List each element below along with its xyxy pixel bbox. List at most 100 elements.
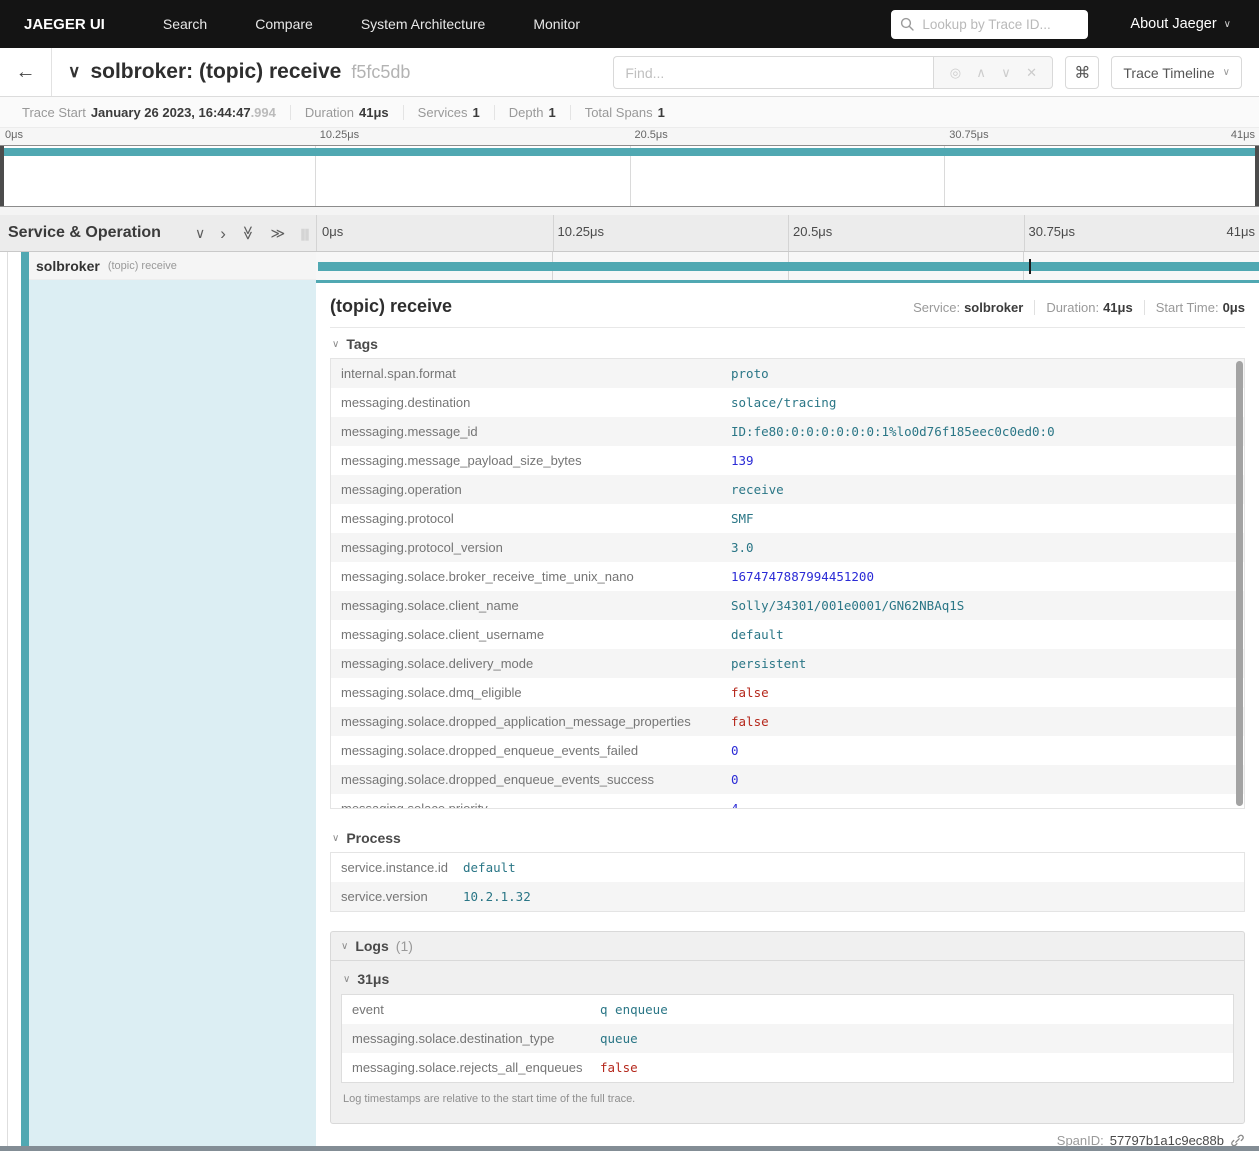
trace-meta-bar: Trace Start January 26 2023, 16:44:47.994…: [0, 97, 1259, 128]
chevron-down-icon: ∨: [341, 940, 349, 952]
about-jaeger-menu[interactable]: About Jaeger ∨: [1130, 16, 1231, 32]
collapse-one-icon[interactable]: ∨: [195, 226, 205, 240]
span-service-name: solbroker: [36, 257, 100, 274]
kv-value: 0: [731, 743, 739, 758]
table-row[interactable]: messaging.solace.broker_receive_time_uni…: [331, 562, 1244, 591]
table-row[interactable]: messaging.message_payload_size_bytes 139: [331, 446, 1244, 475]
minimap-ruler: 0μs 10.25μs 20.5μs 30.75μs 41μs: [0, 128, 1259, 145]
chevron-down-icon: ∨: [332, 832, 340, 844]
minimap-canvas[interactable]: [0, 145, 1259, 207]
tags-section-toggle[interactable]: ∨ Tags: [332, 336, 1245, 352]
tick-label: 10.25μs: [319, 129, 360, 141]
app-logo[interactable]: JAEGER UI: [24, 16, 105, 33]
minimap-left-handle[interactable]: [0, 146, 4, 206]
logs-section-toggle[interactable]: ∨ Logs (1): [341, 938, 1234, 954]
table-row[interactable]: internal.span.format proto: [331, 359, 1244, 388]
kv-value: receive: [731, 482, 784, 497]
detail-summary-item: Service: solbroker: [902, 300, 1036, 315]
span-row[interactable]: solbroker (topic) receive: [0, 252, 1259, 280]
timeline-gridline: [788, 215, 789, 251]
kv-key: messaging.solace.client_name: [341, 598, 519, 613]
trace-view-selector[interactable]: Trace Timeline ∨: [1111, 56, 1242, 89]
kv-key: service.instance.id: [341, 860, 448, 875]
table-row[interactable]: service.instance.id default: [331, 853, 1244, 882]
span-detail-panel: (topic) receive Service: solbroker Duratio…: [316, 280, 1259, 1146]
table-row[interactable]: messaging.solace.dropped_enqueue_events_…: [331, 736, 1244, 765]
top-navbar: JAEGER UI Search Compare System Architectu…: [0, 0, 1259, 48]
table-row[interactable]: messaging.destination solace/tracing: [331, 388, 1244, 417]
keyboard-shortcuts-button[interactable]: ⌘: [1065, 56, 1100, 89]
collapse-all-icon[interactable]: ≫: [240, 226, 256, 241]
kv-key: messaging.solace.dropped_enqueue_events_…: [341, 772, 654, 787]
span-duration-bar[interactable]: [318, 262, 1259, 271]
kv-key: messaging.solace.broker_receive_time_uni…: [341, 569, 634, 584]
link-icon[interactable]: [1230, 1133, 1245, 1146]
tick-label: 10.25μs: [557, 224, 605, 239]
tags-scrollbar-thumb[interactable]: [1236, 361, 1243, 806]
summary-value: 0μs: [1222, 300, 1245, 315]
trace-header-bar: ← ∨ solbroker: (topic) receive f5fc5db ◎…: [0, 48, 1259, 97]
minimap-right-handle[interactable]: [1255, 146, 1259, 206]
process-section-toggle[interactable]: ∨ Process: [332, 830, 1245, 846]
table-row[interactable]: messaging.solace.dmq_eligible false: [331, 678, 1244, 707]
nav-item-search[interactable]: Search: [163, 16, 207, 32]
tick-label: 0μs: [5, 129, 23, 141]
service-operation-header: Service & Operation: [8, 224, 161, 241]
table-row[interactable]: messaging.solace.dropped_enqueue_events_…: [331, 765, 1244, 794]
find-input[interactable]: [613, 56, 934, 89]
back-button[interactable]: ←: [0, 48, 52, 96]
table-row[interactable]: messaging.solace.client_username default: [331, 620, 1244, 649]
span-name-cell[interactable]: solbroker (topic) receive: [29, 252, 316, 280]
nav-item-monitor[interactable]: Monitor: [533, 16, 580, 32]
table-row[interactable]: service.version 10.2.1.32: [331, 882, 1244, 911]
trace-id-lookup-input[interactable]: [920, 15, 1080, 33]
table-row[interactable]: messaging.protocol_version 3.0: [331, 533, 1244, 562]
minimap-span-bar[interactable]: [0, 148, 1259, 156]
table-row[interactable]: messaging.solace.delivery_mode persistent: [331, 649, 1244, 678]
kv-value: q enqueue: [600, 1002, 668, 1017]
chevron-down-icon: ∨: [1223, 18, 1231, 30]
table-row[interactable]: messaging.operation receive: [331, 475, 1244, 504]
detail-summary-item: Start Time: 0μs: [1145, 300, 1245, 315]
logs-section: ∨ Logs (1) ∨ 31μs event q enqueue messagin…: [330, 931, 1245, 1124]
prev-match-icon[interactable]: ∧: [976, 65, 986, 81]
next-match-icon[interactable]: ∨: [1001, 65, 1011, 81]
nav-item-compare[interactable]: Compare: [255, 16, 313, 32]
expand-one-icon[interactable]: ›: [220, 225, 226, 242]
tick-label: 41μs: [1226, 224, 1255, 239]
log-entry-toggle[interactable]: ∨ 31μs: [343, 971, 1234, 987]
row-gutter: [0, 280, 21, 1146]
span-track[interactable]: [316, 252, 1259, 280]
table-row[interactable]: messaging.message_id ID:fe80:0:0:0:0:0:0:…: [331, 417, 1244, 446]
tick-label: 30.75μs: [1028, 224, 1076, 239]
command-icon: ⌘: [1074, 64, 1091, 82]
expand-all-icon[interactable]: ≫: [271, 226, 286, 240]
nav-item-system-architecture[interactable]: System Architecture: [361, 16, 486, 32]
span-detail-header[interactable]: (topic) receive Service: solbroker Duratio…: [330, 296, 1245, 317]
table-row[interactable]: messaging.solace.priority 4: [331, 794, 1244, 808]
span-log-marker[interactable]: [1028, 259, 1031, 274]
focus-match-icon[interactable]: ◎: [950, 65, 961, 81]
kv-key: messaging.solace.dropped_enqueue_events_…: [341, 743, 639, 758]
process-table: service.instance.id default service.versio…: [330, 852, 1245, 912]
table-row[interactable]: messaging.solace.destination_type queue: [342, 1024, 1233, 1053]
trace-meta-item: Depth 1: [495, 104, 571, 120]
collapse-trace-chevron-icon[interactable]: ∨: [68, 62, 80, 82]
trace-id-lookup[interactable]: [891, 9, 1089, 39]
kv-key: messaging.solace.rejects_all_enqueues: [352, 1060, 583, 1075]
summary-value: 41μs: [1103, 300, 1133, 315]
table-row[interactable]: messaging.solace.rejects_all_enqueues fal…: [342, 1053, 1233, 1082]
table-row[interactable]: messaging.solace.client_name Solly/34301/…: [331, 591, 1244, 620]
meta-label: Services: [417, 104, 468, 120]
column-resizer-handle[interactable]: ∥∥: [300, 227, 310, 241]
divider: [330, 327, 1245, 328]
table-row[interactable]: messaging.protocol SMF: [331, 504, 1244, 533]
table-row[interactable]: messaging.solace.dropped_application_mes…: [331, 707, 1244, 736]
kv-key: service.version: [341, 889, 428, 904]
chevron-down-icon: ∨: [1222, 67, 1230, 78]
clear-find-icon[interactable]: ✕: [1026, 65, 1037, 81]
log-entry-timestamp: 31μs: [357, 971, 390, 987]
meta-value: 1: [472, 104, 480, 120]
chevron-down-icon: ∨: [343, 973, 351, 985]
table-row[interactable]: event q enqueue: [342, 995, 1233, 1024]
